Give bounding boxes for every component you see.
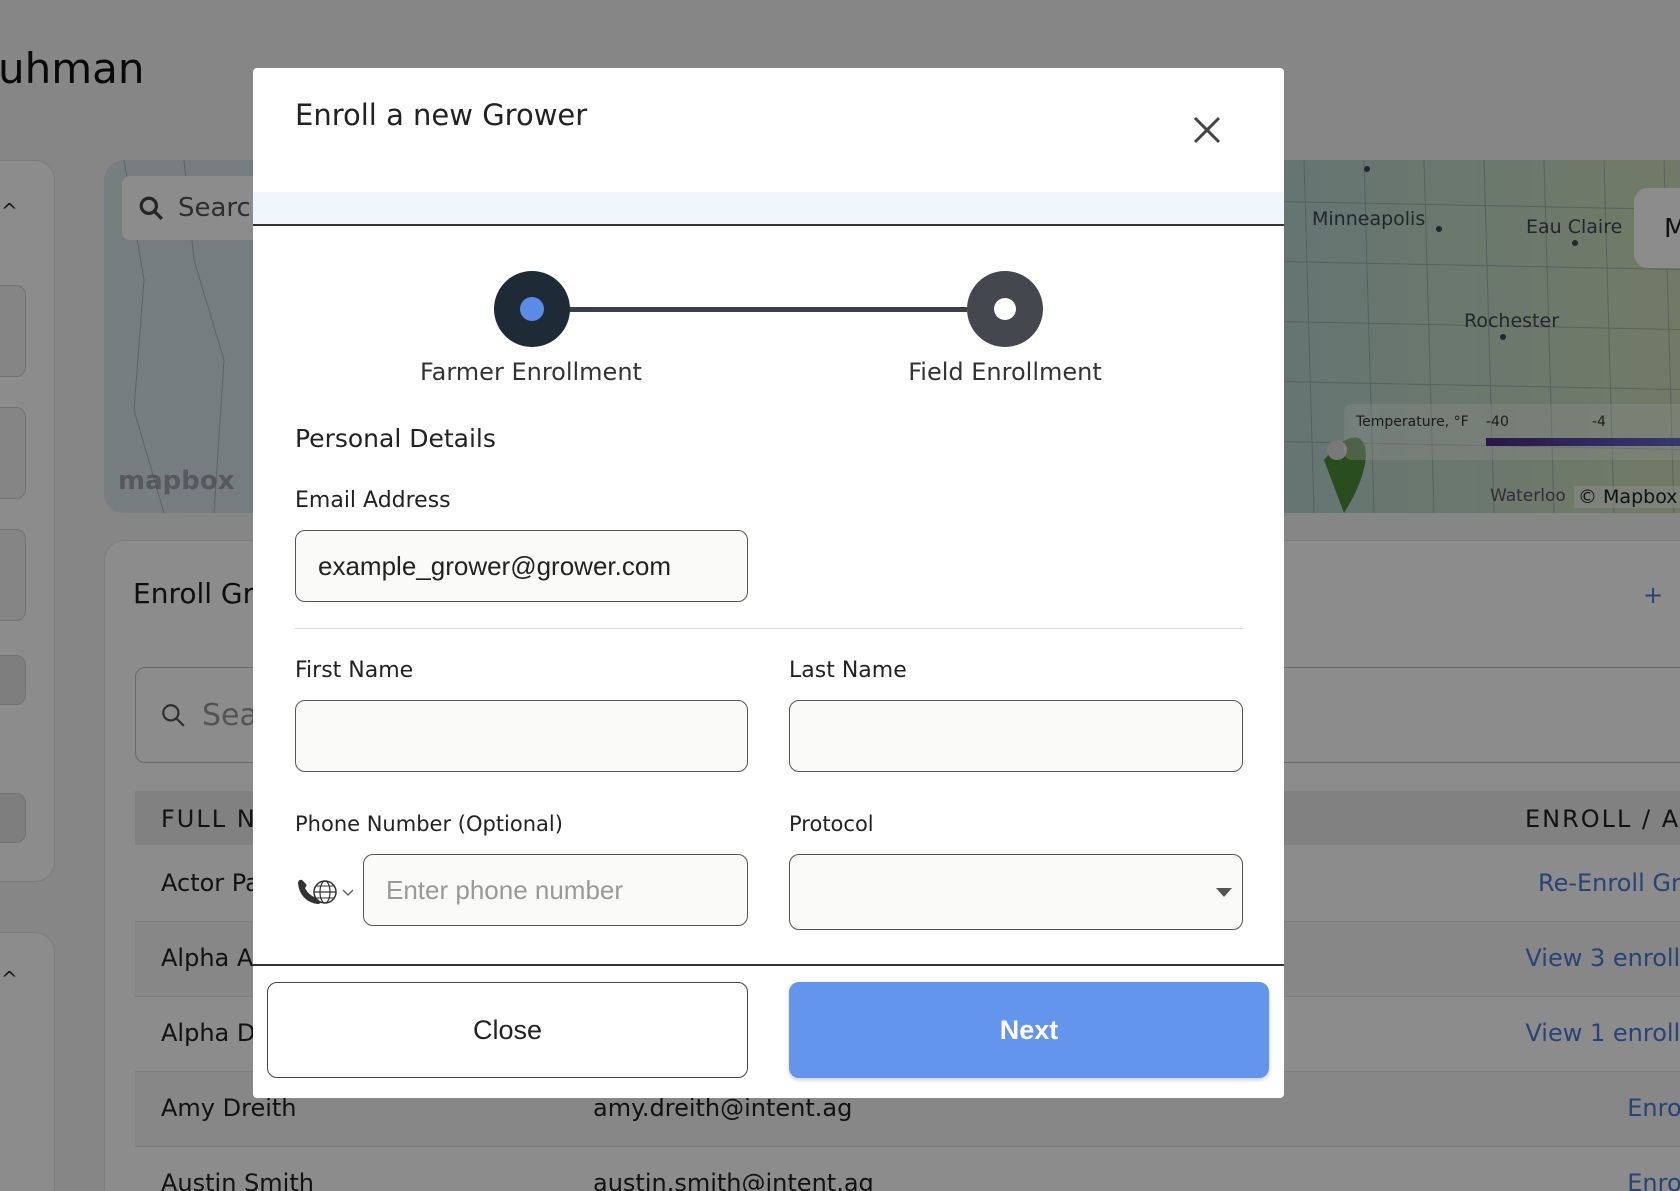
first-name-field[interactable] bbox=[295, 700, 748, 772]
step-pending-dot bbox=[994, 298, 1016, 320]
divider bbox=[295, 628, 1243, 629]
section-title: Personal Details bbox=[295, 424, 496, 453]
footer-divider bbox=[253, 964, 1284, 966]
modal-header-band bbox=[253, 192, 1284, 226]
phone-label: Phone Number (Optional) bbox=[295, 812, 563, 836]
first-name-label: First Name bbox=[295, 658, 414, 683]
phone-number-field[interactable] bbox=[363, 854, 748, 926]
email-label: Email Address bbox=[295, 488, 451, 513]
email-field[interactable] bbox=[295, 530, 748, 602]
phone-globe-icon bbox=[298, 879, 337, 904]
step-active-dot bbox=[520, 297, 544, 321]
last-name-field[interactable] bbox=[789, 700, 1243, 772]
protocol-select[interactable] bbox=[789, 854, 1243, 930]
step-farmer-enrollment bbox=[494, 271, 570, 347]
caret-down-icon bbox=[1216, 888, 1232, 897]
close-icon[interactable] bbox=[1189, 112, 1225, 148]
last-name-label: Last Name bbox=[789, 658, 907, 683]
chevron-down-icon bbox=[342, 889, 354, 897]
close-button[interactable]: Close bbox=[267, 982, 748, 1078]
country-code-selector[interactable] bbox=[295, 874, 363, 910]
step-field-enrollment bbox=[967, 271, 1043, 347]
enroll-grower-modal: Enroll a new Grower Farmer Enrollment Fi… bbox=[253, 68, 1284, 1098]
stepper-connector bbox=[567, 307, 967, 312]
step-label: Farmer Enrollment bbox=[420, 358, 642, 386]
next-button[interactable]: Next bbox=[789, 982, 1269, 1078]
step-label: Field Enrollment bbox=[908, 358, 1102, 386]
protocol-label: Protocol bbox=[789, 812, 874, 836]
modal-title: Enroll a new Grower bbox=[295, 98, 588, 132]
